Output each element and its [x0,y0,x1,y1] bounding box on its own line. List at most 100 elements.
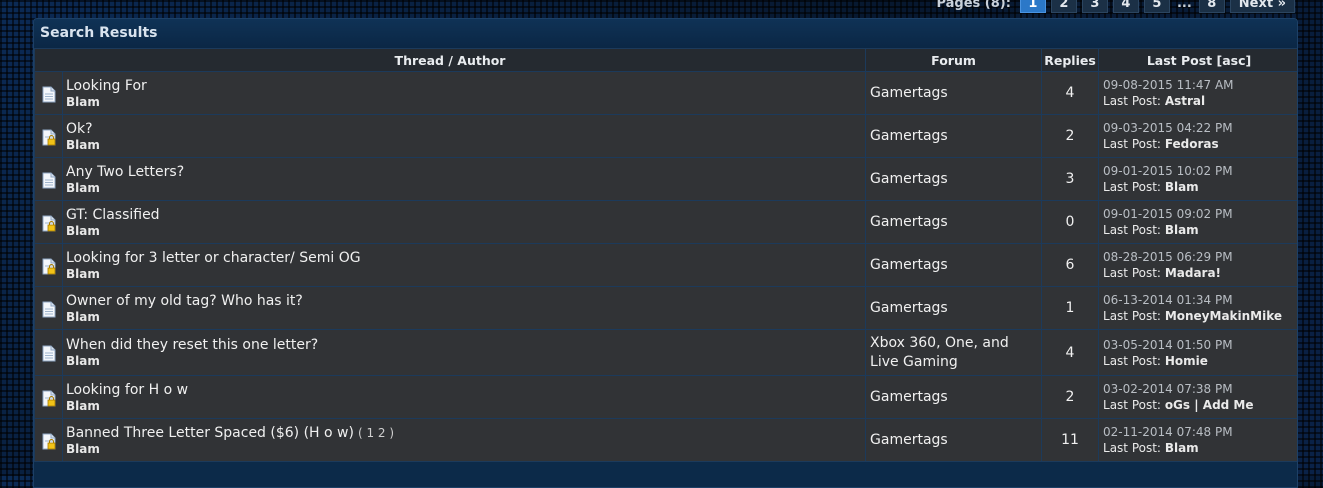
last-post-label: Last Post: [1103,398,1161,412]
forum-link[interactable]: Gamertags [865,200,1043,244]
column-header-forum[interactable]: Forum [865,48,1043,72]
table-row: GT: Classified Blam Gamertags 0 09-01-2015 0… [34,200,1297,244]
thread-cell: Looking for 3 letter or character/ Semi … [61,243,867,287]
replies-count[interactable]: 11 [1041,418,1100,462]
last-post-date[interactable]: 03-02-2014 07:38 PM [1099,381,1297,397]
page-link-4[interactable]: 4 [1112,0,1139,13]
thread-icon-cell [34,329,63,376]
last-post-label: Last Post: [1103,223,1161,237]
forum-link[interactable]: Gamertags [865,114,1043,158]
forum-link[interactable]: Xbox 360, One, and Live Gaming [865,329,1043,376]
replies-count[interactable]: 4 [1041,71,1100,115]
last-post-author-link[interactable]: Madara! [1165,266,1221,280]
forum-link[interactable]: Gamertags [865,71,1043,115]
pagination-label: Pages (8): [936,0,1011,11]
thread-cell: Any Two Letters? Blam [61,157,867,201]
thread-author-link[interactable]: Blam [63,95,865,109]
last-post-date[interactable]: 06-13-2014 01:34 PM [1099,292,1297,308]
replies-count[interactable]: 2 [1041,375,1100,419]
table-row: Ok? Blam Gamertags 2 09-03-2015 04:22 PM Last… [34,114,1297,158]
thread-author-link[interactable]: Blam [63,354,865,368]
replies-count[interactable]: 2 [1041,114,1100,158]
thread-title-link[interactable]: Owner of my old tag? Who has it? [66,293,303,309]
thread-author-link[interactable]: Blam [63,138,865,152]
replies-count[interactable]: 6 [1041,243,1100,287]
last-post-cell: 03-05-2014 01:50 PM Last Post: Homie [1098,329,1297,376]
last-post-date[interactable]: 09-03-2015 04:22 PM [1099,120,1297,136]
thread-title-link[interactable]: Looking for H o w [66,382,188,398]
page-link-last[interactable]: 8 [1198,0,1225,13]
replies-count[interactable]: 0 [1041,200,1100,244]
replies-count[interactable]: 1 [1041,286,1100,330]
page-link-1[interactable]: 1 [1019,0,1046,13]
replies-count[interactable]: 4 [1041,329,1100,376]
last-post-author-link[interactable]: Homie [1165,354,1208,368]
thread-title-link[interactable]: GT: Classified [66,207,160,223]
thread-title-link[interactable]: Looking For [66,78,147,94]
forum-link[interactable]: Gamertags [865,286,1043,330]
next-page-button[interactable]: Next » [1229,0,1295,13]
thread-author-link[interactable]: Blam [63,224,865,238]
locked-thread-icon [42,390,56,407]
results-body: Looking For Blam Gamertags 4 09-08-2015 11:4… [34,71,1297,462]
last-post-cell: 06-13-2014 01:34 PM Last Post: MoneyMakin… [1098,286,1297,330]
last-post-label: Last Post: [1103,353,1161,368]
replies-count[interactable]: 3 [1041,157,1100,201]
thread-title-link[interactable]: Any Two Letters? [66,164,184,180]
forum-link[interactable]: Gamertags [865,243,1043,287]
thread-icon [42,301,56,318]
last-post-author-link[interactable]: Fedoras [1165,137,1219,151]
locked-thread-icon [42,258,56,275]
table-row: Looking for 3 letter or character/ Semi … [34,243,1297,287]
last-post-date[interactable]: 09-01-2015 09:02 PM [1099,206,1297,222]
thread-icon [42,345,56,362]
thread-icon-cell [34,418,63,462]
forum-link[interactable]: Gamertags [865,375,1043,419]
column-header-replies[interactable]: Replies [1041,48,1100,72]
pagination-ellipsis: ... [1176,0,1192,11]
last-post-author-link[interactable]: oGs | Add Me [1165,398,1254,412]
page-link-5[interactable]: 5 [1143,0,1170,13]
last-post-label: Last Post: [1103,266,1161,280]
thread-icon-cell [34,200,63,244]
last-post-date[interactable]: 02-11-2014 07:48 PM [1099,424,1297,440]
column-header-lastpost[interactable]: Last Post [asc] [1098,48,1297,72]
last-post-date[interactable]: 09-08-2015 11:47 AM [1099,77,1297,93]
page-link-3[interactable]: 3 [1081,0,1108,13]
thread-title-link[interactable]: Ok? [66,121,93,137]
last-post-author-link[interactable]: MoneyMakinMike [1165,309,1282,323]
thread-title-link[interactable]: Looking for 3 letter or character/ Semi … [66,250,361,266]
last-post-date[interactable]: 03-05-2014 01:50 PM [1099,337,1297,353]
table-row: Owner of my old tag? Who has it? Blam Game… [34,286,1297,330]
last-post-date[interactable]: 09-01-2015 10:02 PM [1099,163,1297,179]
thread-author-link[interactable]: Blam [63,267,865,281]
thread-author-link[interactable]: Blam [63,181,865,195]
pagination: Pages (8): 1 2 3 4 5 ... 8 Next » [936,0,1295,13]
last-post-author-link[interactable]: Blam [1165,223,1199,237]
table-header-row: Thread / Author Forum Replies Last Post … [34,48,1297,72]
thread-author-link[interactable]: Blam [63,310,865,324]
thread-icon-cell [34,286,63,330]
last-post-author-link[interactable]: Astral [1165,94,1205,108]
last-post-cell: 03-02-2014 07:38 PM Last Post: oGs | Add … [1098,375,1297,419]
last-post-cell: 09-03-2015 04:22 PM Last Post: Fedoras [1098,114,1297,158]
thread-author-link[interactable]: Blam [63,442,865,456]
column-header-thread[interactable]: Thread / Author [34,48,867,72]
thread-pages-link[interactable]: ( 1 2 ) [358,426,394,440]
forum-link[interactable]: Gamertags [865,418,1043,462]
thread-cell: Ok? Blam [61,114,867,158]
last-post-author-link[interactable]: Blam [1165,441,1199,455]
search-results-panel: Search Results Thread / Author Forum Rep… [33,18,1298,488]
thread-author-link[interactable]: Blam [63,399,865,413]
forum-link[interactable]: Gamertags [865,157,1043,201]
thread-title-link[interactable]: When did they reset this one letter? [66,337,318,353]
thread-icon-cell [34,157,63,201]
last-post-date[interactable]: 08-28-2015 06:29 PM [1099,249,1297,265]
thread-title-link[interactable]: Banned Three Letter Spaced ($6) (H o w) [66,425,354,441]
locked-thread-icon [42,215,56,232]
last-post-label: Last Post: [1103,137,1161,151]
thread-icon-cell [34,375,63,419]
last-post-author-link[interactable]: Blam [1165,180,1199,194]
page-link-2[interactable]: 2 [1050,0,1077,13]
table-row: Any Two Letters? Blam Gamertags 3 09-01-2015… [34,157,1297,201]
